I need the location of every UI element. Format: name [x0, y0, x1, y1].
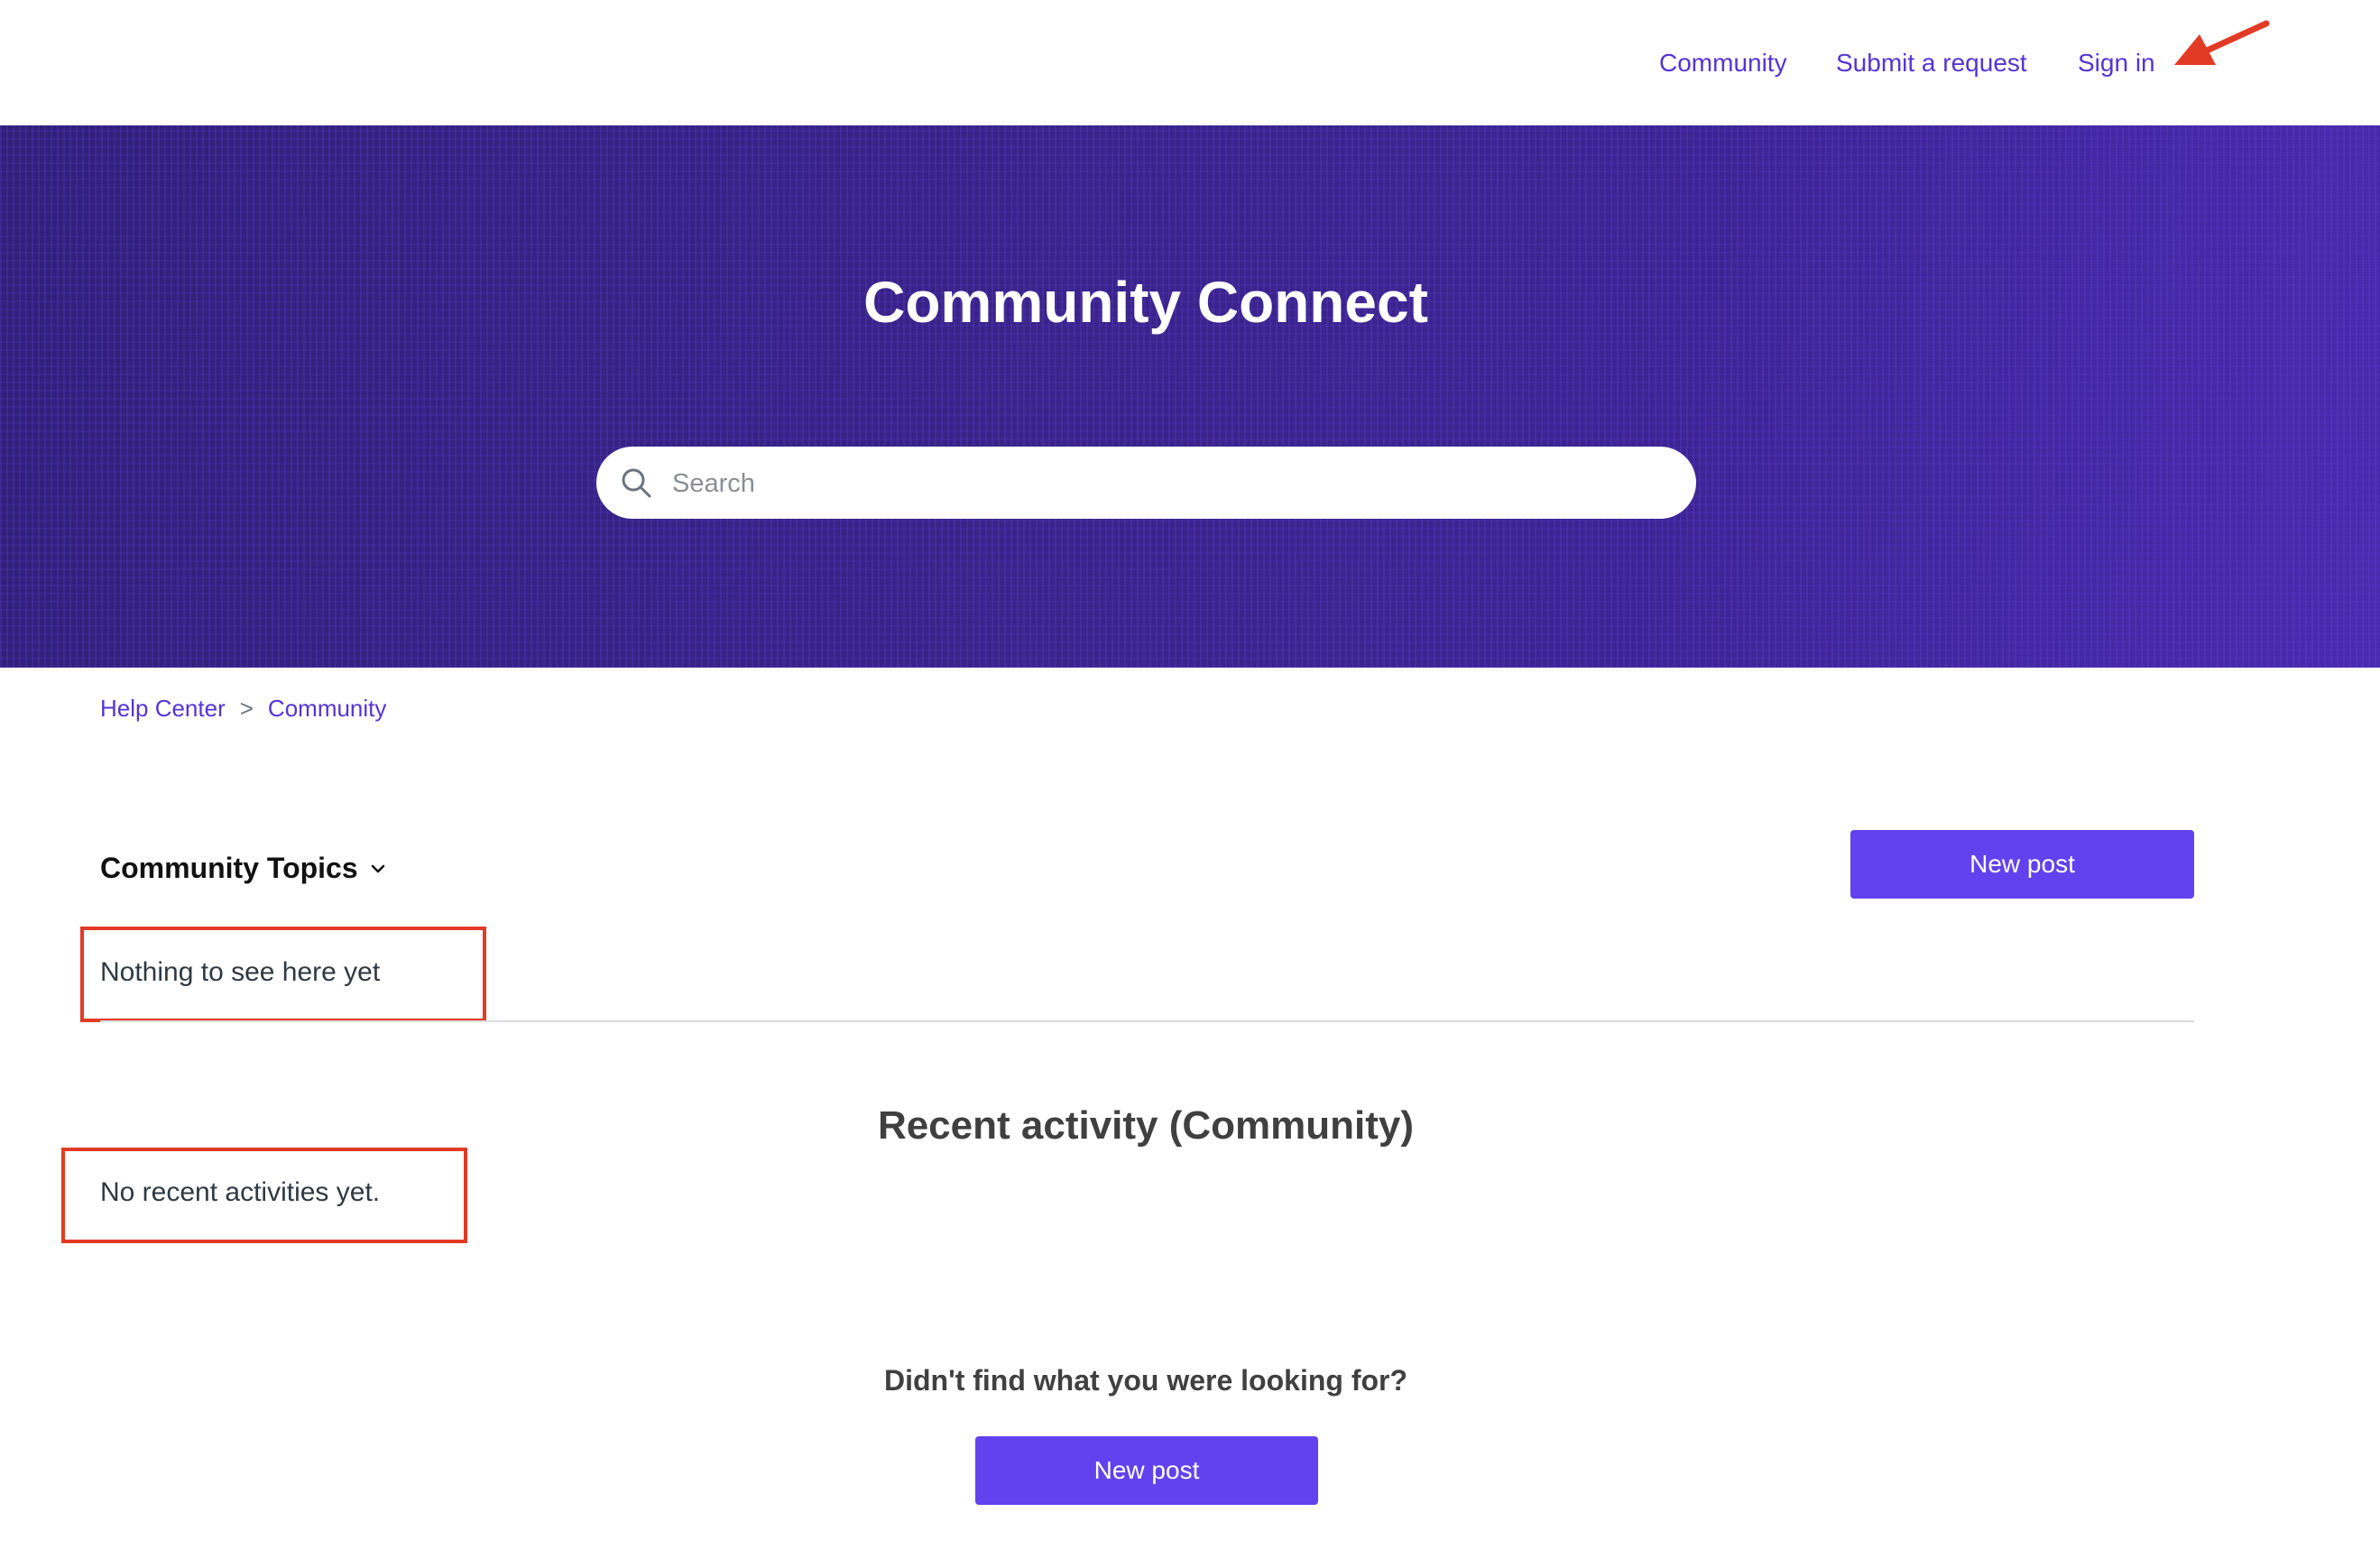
nav-submit-request-link[interactable]: Submit a request: [1836, 45, 2027, 81]
breadcrumb: Help Center > Community: [100, 690, 386, 726]
didnt-find-heading: Didn't find what you were looking for?: [883, 1364, 1408, 1397]
search-bar[interactable]: [596, 447, 1696, 519]
search-input[interactable]: [670, 463, 1666, 504]
new-post-button[interactable]: New post: [1850, 830, 2194, 899]
community-topics-dropdown[interactable]: Community Topics: [100, 848, 358, 888]
annotation-arrow-icon: [2174, 20, 2270, 65]
chevron-down-icon[interactable]: [370, 862, 386, 875]
breadcrumb-separator: >: [239, 695, 254, 722]
hero-banner: Community Connect: [0, 125, 2380, 668]
site-header: Community Submit a request Sign in: [0, 0, 2380, 125]
page-title: Community Connect: [863, 270, 1428, 335]
nav-sign-in-link[interactable]: Sign in: [2078, 45, 2155, 81]
nav-community-link[interactable]: Community: [1659, 45, 1787, 81]
section-divider: [100, 1020, 2194, 1022]
page: Community Submit a request Sign in Commu…: [0, 0, 2380, 1568]
breadcrumb-help-center-link[interactable]: Help Center: [100, 695, 226, 722]
recent-activity-heading: Recent activity (Community): [877, 1103, 1415, 1148]
search-icon: [622, 468, 651, 498]
annotation-highlight-box: [80, 927, 486, 1022]
breadcrumb-community-link[interactable]: Community: [268, 695, 386, 722]
annotation-highlight-box: [61, 1148, 467, 1243]
footer-new-post-button[interactable]: New post: [975, 1436, 1318, 1505]
